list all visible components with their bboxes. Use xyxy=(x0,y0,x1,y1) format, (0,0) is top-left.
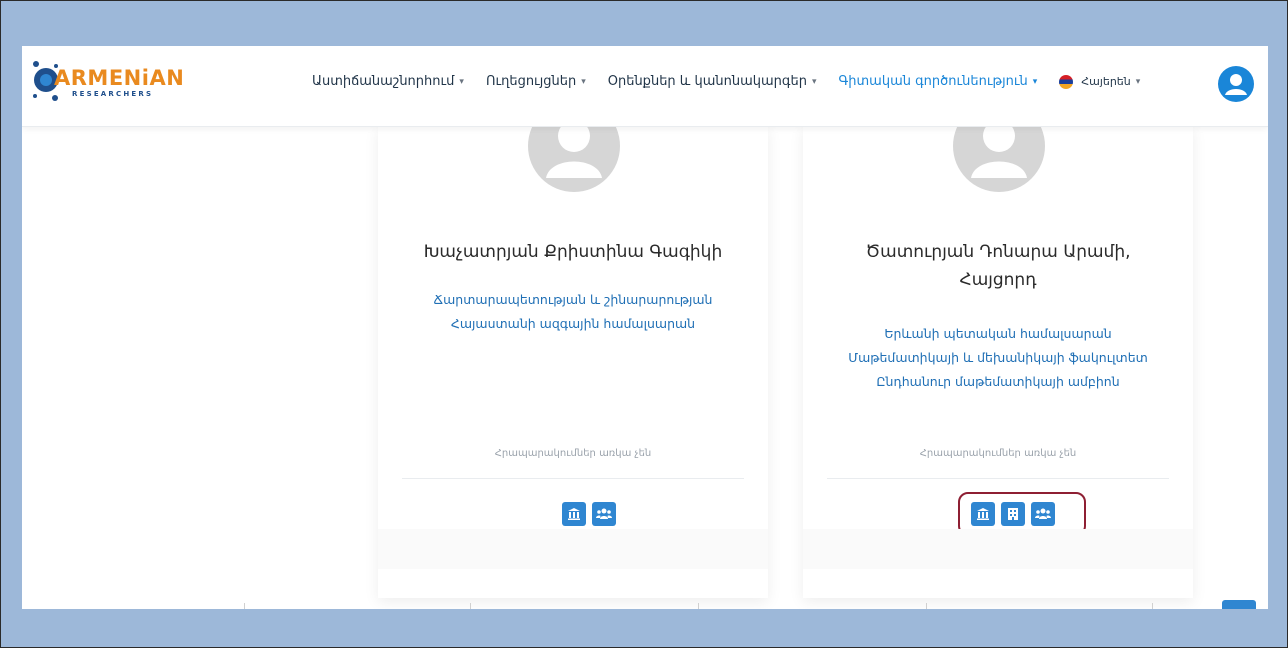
next-card-peek xyxy=(803,529,1193,569)
researcher-name[interactable]: Խաչատրյան Քրիստինա Գագիկի xyxy=(398,238,748,266)
nav-item-label: Աստիճանաշնորհում xyxy=(312,74,455,89)
user-icon xyxy=(1225,74,1247,95)
browser-viewport: ARMENiAN RESEARCHERS Աստիճանաշնորհում ▾ Ո… xyxy=(22,46,1268,609)
nav-item-label: Ուղեցույցներ xyxy=(485,74,577,89)
site-logo[interactable]: ARMENiAN RESEARCHERS xyxy=(30,56,184,108)
publications-note: Հրապարակումներ առկա չեն xyxy=(494,448,652,459)
main-nav: Աստիճանաշնորհում ▾ Ուղեցույցներ ▾ Օրենքներ… xyxy=(312,74,1162,89)
chevron-down-icon: ▾ xyxy=(1135,76,1141,87)
language-label: Հայերեն xyxy=(1081,75,1131,88)
card-divider xyxy=(402,478,744,479)
researcher-affiliation: Երևանի պետական համալսարան Մաթեմատիկայի և… xyxy=(823,322,1173,394)
university-icon xyxy=(568,508,580,520)
scroll-to-top-button[interactable] xyxy=(1222,600,1256,609)
card-divider xyxy=(827,478,1169,479)
colleagues-button[interactable] xyxy=(592,502,616,526)
university-button[interactable] xyxy=(971,502,995,526)
chevron-down-icon: ▾ xyxy=(1032,76,1038,87)
chevron-down-icon: ▾ xyxy=(811,76,817,87)
affiliation-line: Ճարտարապետության և շինարարության xyxy=(433,292,713,307)
top-navbar: ARMENiAN RESEARCHERS Աստիճանաշնորհում ▾ Ո… xyxy=(22,46,1268,127)
user-account-button[interactable] xyxy=(1218,66,1254,102)
researcher-card: Ծատուրյան Դոնարա Արամի, Հայցորդ Երևանի պ… xyxy=(803,100,1193,598)
researcher-affiliation: Ճարտարապետության և շինարարության Հայաստա… xyxy=(398,288,748,336)
card-actions xyxy=(971,502,1055,526)
divider-tick xyxy=(698,603,699,609)
card-actions xyxy=(562,502,616,526)
nav-item-degree-awarding[interactable]: Աստիճանաշնորհում ▾ xyxy=(312,74,464,89)
nav-item-laws[interactable]: Օրենքներ և կանոնակարգեր ▾ xyxy=(608,74,817,89)
nav-item-label: Օրենքներ և կանոնակարգեր xyxy=(607,74,807,89)
users-icon xyxy=(1035,508,1051,519)
researcher-name-line: Հայցորդ xyxy=(959,270,1037,290)
university-icon xyxy=(977,508,989,520)
next-card-peek xyxy=(378,529,768,569)
divider-tick xyxy=(244,603,245,609)
nav-item-scientific-activity[interactable]: Գիտական գործունեություն ▾ xyxy=(838,74,1037,89)
publications-note: Հրապարակումներ առկա չեն xyxy=(919,448,1077,459)
researcher-name-line: Խաչատրյան Քրիստինա Գագիկի xyxy=(423,242,723,262)
divider-tick xyxy=(1152,603,1153,609)
logo-word: ARMENiAN xyxy=(54,66,185,90)
researcher-card: Խաչատրյան Քրիստինա Գագիկի Ճարտարապետությ… xyxy=(378,100,768,598)
university-button[interactable] xyxy=(562,502,586,526)
logo-subtitle: RESEARCHERS xyxy=(72,90,154,98)
affiliation-line: Ընդհանուր մաթեմատիկայի ամբիոն xyxy=(876,374,1120,389)
researcher-name-line: Ծատուրյան Դոնարա Արամի, xyxy=(865,242,1131,262)
nav-item-label: Գիտական գործունեություն xyxy=(838,74,1028,89)
chevron-down-icon: ▾ xyxy=(581,76,586,87)
chevron-down-icon: ▾ xyxy=(459,76,464,87)
users-icon xyxy=(596,508,612,519)
colleagues-button[interactable] xyxy=(1031,502,1055,526)
nav-item-guides[interactable]: Ուղեցույցներ ▾ xyxy=(486,74,586,89)
affiliation-line: Մաթեմատիկայի և մեխանիկայի ֆակուլտետ xyxy=(848,350,1148,365)
language-selector[interactable]: Հայերեն ▾ xyxy=(1059,74,1141,89)
affiliation-line: Երևանի պետական համալսարան xyxy=(884,326,1112,341)
divider-tick xyxy=(470,603,471,609)
divider-tick xyxy=(926,603,927,609)
researcher-name[interactable]: Ծատուրյան Դոնարա Արամի, Հայցորդ xyxy=(823,238,1173,294)
affiliation-line: Հայաստանի ազգային համալսարան xyxy=(450,316,696,331)
faculty-button[interactable] xyxy=(1001,502,1025,526)
building-icon xyxy=(1008,508,1018,520)
armenian-flag-icon xyxy=(1059,74,1074,89)
